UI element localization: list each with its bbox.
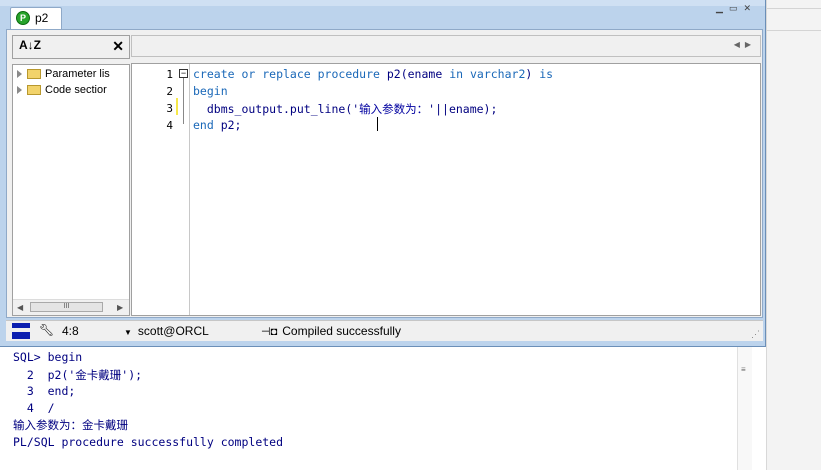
tab-p2[interactable]: P p2	[10, 7, 62, 29]
window-body: A↓Z ✕ Parameter lis Code sectior ◀ III ▶…	[6, 29, 763, 318]
edit-mode-icon	[12, 323, 30, 339]
connection-selector[interactable]: ▼ scott@ORCL	[124, 324, 209, 338]
connection-label: scott@ORCL	[137, 324, 209, 338]
status-bar: 🔧︎ 4:8 ▼ scott@ORCL ⊣◘ Compiled successful…	[6, 320, 763, 341]
editor-navigation-bar: ◀▶	[131, 35, 761, 57]
pin-icon: ⊣◘	[261, 326, 278, 338]
output-line: 输入参数为：金卡戴珊	[13, 418, 128, 432]
status-message-text: Compiled successfully	[282, 324, 401, 338]
procedure-icon: P	[16, 11, 30, 25]
wrench-icon[interactable]: 🔧︎	[39, 323, 54, 337]
minimize-icon[interactable]: ▁	[716, 3, 729, 13]
object-browser-toolbar: A↓Z ✕	[12, 35, 130, 59]
background-app-panel	[766, 0, 821, 470]
window-controls: ▁▭✕	[716, 3, 757, 14]
output-scrollbar[interactable]: ≡	[737, 347, 752, 470]
folder-icon	[27, 85, 41, 96]
status-message: ⊣◘ Compiled successfully	[261, 324, 401, 338]
expand-icon[interactable]	[17, 86, 22, 95]
object-tree: Parameter lis Code sectior ◀ III ▶	[12, 64, 130, 316]
text-caret	[377, 117, 378, 131]
code-line-1: create or replace procedure p2(ename in …	[193, 67, 554, 81]
background-divider	[767, 30, 821, 31]
editor-window: P p2 ▁▭✕ A↓Z ✕ Parameter lis Code sectio…	[0, 0, 766, 347]
output-line: 3 end;	[13, 384, 76, 398]
background-divider	[767, 8, 821, 9]
code-line-3: dbms_output.put_line('输入参数为：'||ename);	[193, 102, 498, 116]
output-line: 2 p2('金卡戴珊');	[13, 368, 143, 382]
scroll-grip-icon[interactable]: ≡	[741, 366, 746, 374]
expand-icon[interactable]	[17, 70, 22, 79]
output-line: 4 /	[13, 401, 55, 415]
code-line-2: begin	[193, 84, 228, 98]
close-browser-icon[interactable]: ✕	[112, 38, 124, 55]
close-icon[interactable]: ✕	[743, 3, 757, 13]
dropdown-icon[interactable]: ▼	[124, 328, 132, 337]
tree-item-code-section[interactable]: Code sectior	[17, 84, 107, 100]
output-line: PL/SQL procedure successfully completed	[13, 435, 284, 449]
tab-label: p2	[35, 11, 49, 25]
tree-item-parameter-list[interactable]: Parameter lis	[17, 68, 110, 84]
tree-horizontal-scrollbar[interactable]: ◀ III ▶	[13, 299, 129, 315]
resize-grip-icon[interactable]: ⋰	[751, 329, 760, 340]
code-editor[interactable]: 1 2 3 4 − create or replace procedure p2…	[131, 63, 761, 316]
scroll-right-icon[interactable]: ▶	[117, 303, 123, 312]
tree-item-label: Parameter lis	[45, 68, 110, 80]
folder-icon	[27, 69, 41, 80]
line-number: 3	[166, 102, 173, 115]
fold-guide	[183, 78, 184, 124]
maximize-icon[interactable]: ▭	[729, 3, 744, 13]
line-number: 1	[166, 68, 173, 81]
output-line: SQL> begin	[13, 350, 83, 364]
sort-az-icon[interactable]: A↓Z	[19, 39, 41, 52]
line-number-gutter: 1 2 3 4 −	[132, 64, 190, 315]
sql-output-panel[interactable]: SQL> begin 2 p2('金卡戴珊'); 3 end; 4 / 输入参数…	[0, 347, 766, 470]
fold-toggle-icon[interactable]: −	[179, 69, 188, 78]
cursor-position: 4:8	[62, 324, 79, 338]
tree-item-label: Code sectior	[45, 84, 107, 96]
line-number: 4	[166, 119, 173, 132]
modified-line-marker	[176, 98, 178, 115]
scroll-thumb[interactable]: III	[30, 302, 103, 312]
scroll-left-icon[interactable]: ◀	[17, 303, 23, 312]
window-titlebar	[0, 0, 765, 6]
code-line-4: end p2;	[193, 118, 242, 132]
line-number: 2	[166, 85, 173, 98]
nav-arrows-icon[interactable]: ◀▶	[734, 40, 756, 49]
